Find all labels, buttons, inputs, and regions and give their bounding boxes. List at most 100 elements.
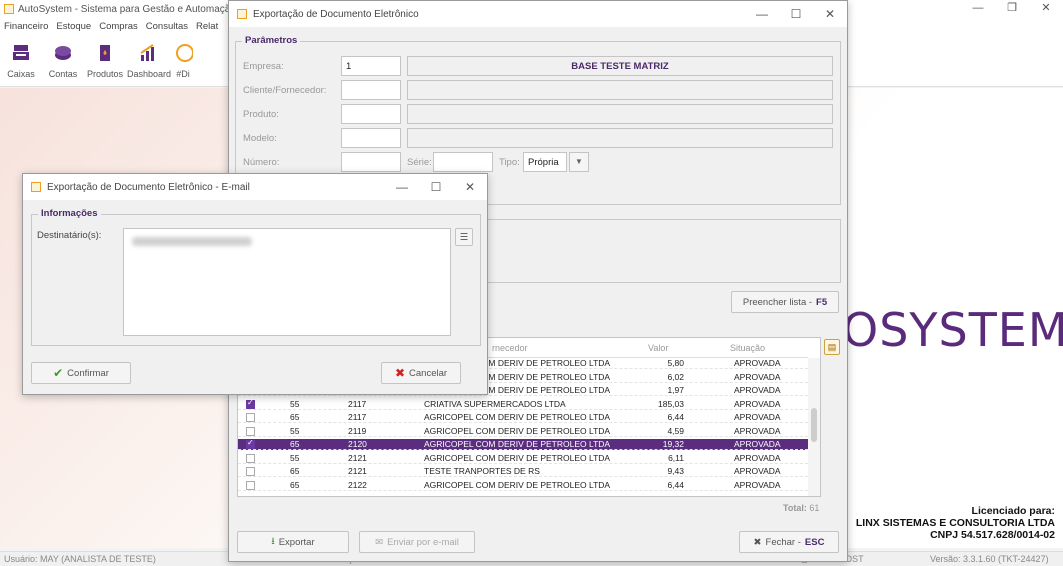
cell-fornecedor: AGRICOPEL COM DERIV DE PETROLEO LTDA: [424, 439, 611, 449]
recipient-list-button[interactable]: ☰: [455, 228, 473, 246]
close-icon[interactable]: ✕: [813, 1, 847, 27]
bar-chart-icon: [140, 44, 154, 61]
maximize-icon[interactable]: ☐: [779, 1, 813, 27]
send-email-button: ✉ Enviar por e-mail: [359, 531, 475, 553]
modelo-name-field: [407, 128, 833, 148]
row-checkbox[interactable]: [246, 426, 255, 436]
app-title: AutoSystem - Sistema para Gestão e Autom…: [18, 3, 238, 15]
table-row[interactable]: 65 2121 TESTE TRANPORTES DE RS 9,43 APROVADA: [238, 466, 808, 478]
toolbar-dashboard[interactable]: Dashboard: [126, 35, 172, 86]
tipo-label: Tipo:: [499, 157, 520, 168]
export-titlebar: Exportação de Documento Eletrônico — ☐ ✕: [229, 1, 847, 27]
cell-situacao: APROVADA: [734, 358, 781, 368]
menu-estoque[interactable]: Estoque: [52, 21, 95, 32]
recipient-textarea[interactable]: [123, 228, 451, 336]
table-row[interactable]: 65 2122 AGRICOPEL COM DERIV DE PETROLEO LT…: [238, 480, 808, 491]
minimize-icon[interactable]: —: [961, 0, 995, 18]
checkmark-icon: ✔: [53, 366, 64, 380]
circle-icon: [176, 44, 193, 62]
row-checkbox[interactable]: [246, 480, 255, 490]
col-fornecedor[interactable]: rnecedor: [492, 343, 528, 353]
produto-input[interactable]: [341, 104, 401, 124]
status-user: Usuário: MAY (ANALISTA DE TESTE): [4, 554, 156, 564]
toolbar-di[interactable]: #Di: [172, 35, 194, 86]
cell-situacao: APROVADA: [734, 439, 781, 449]
cancel-button[interactable]: ✖ Cancelar: [381, 362, 461, 384]
cell-valor: 6,02: [667, 371, 684, 382]
confirm-button[interactable]: ✔ Confirmar: [31, 362, 131, 384]
toolbar-caixas[interactable]: Caixas: [0, 35, 42, 86]
cell-modelo: 55: [290, 398, 300, 409]
toolbar-produtos[interactable]: Produtos: [84, 35, 126, 86]
cell-numero: 2121: [348, 466, 367, 476]
recipient-label: Destinatário(s):: [37, 230, 102, 241]
table-row[interactable]: 55 2117 CRIATIVA SUPERMERCADOS LTDA 185,03 A…: [238, 398, 808, 410]
close-button[interactable]: ✖ Fechar - ESC: [739, 531, 839, 553]
app-window-controls: — ❐ ✕: [961, 0, 1063, 18]
cell-situacao: APROVADA: [734, 412, 781, 422]
numero-input[interactable]: [341, 152, 401, 172]
close-icon[interactable]: ✕: [453, 174, 487, 200]
cell-modelo: 65: [290, 439, 300, 449]
cliente-label: Cliente/Fornecedor:: [243, 85, 327, 96]
license-info: Licenciado para: LINX SISTEMAS E CONSULT…: [855, 505, 1055, 541]
window-logo-icon: [237, 9, 247, 19]
cell-numero: 2117: [348, 412, 367, 422]
menu-compras[interactable]: Compras: [95, 21, 142, 32]
table-row[interactable]: 55 2121 AGRICOPEL COM DERIV DE PETROLEO LT…: [238, 453, 808, 464]
empresa-name-field: BASE TESTE MATRIZ: [407, 56, 833, 76]
cell-modelo: 55: [290, 425, 300, 436]
modelo-input[interactable]: [341, 128, 401, 148]
grid-options-button[interactable]: ▤: [824, 339, 840, 355]
cell-fornecedor: CRIATIVA SUPERMERCADOS LTDA: [424, 398, 566, 409]
maximize-icon[interactable]: ☐: [419, 174, 453, 200]
tipo-select[interactable]: Própria: [523, 152, 567, 172]
fill-list-button[interactable]: Preencher lista - F5: [731, 291, 839, 313]
serie-label: Série:: [407, 157, 432, 168]
serie-input[interactable]: [433, 152, 493, 172]
cell-numero: 2121: [348, 452, 367, 463]
scrollbar-thumb[interactable]: [811, 408, 817, 442]
app-logo-icon: [4, 4, 14, 14]
toolbar-contas[interactable]: Contas: [42, 35, 84, 86]
export-button[interactable]: ⭳ Exportar: [237, 531, 349, 553]
table-row[interactable]: 65 2117 AGRICOPEL COM DERIV DE PETROLEO LT…: [238, 412, 808, 424]
email-dialog: Exportação de Documento Eletrônico - E-m…: [22, 173, 488, 395]
menu-financeiro[interactable]: Financeiro: [0, 21, 52, 32]
empresa-input[interactable]: 1: [341, 56, 401, 76]
menu-relatorios[interactable]: Relat: [192, 21, 222, 32]
row-checkbox[interactable]: [246, 467, 255, 476]
email-window-controls: — ☐ ✕: [385, 174, 487, 200]
col-valor[interactable]: Valor: [648, 343, 668, 353]
row-checkbox[interactable]: [246, 438, 255, 449]
menu-consultas[interactable]: Consultas: [142, 21, 192, 32]
row-checkbox[interactable]: [246, 413, 255, 422]
cell-numero: 2117: [348, 398, 367, 409]
row-checkbox[interactable]: [246, 398, 255, 409]
produto-name-field: [407, 104, 833, 124]
cell-modelo: 65: [290, 412, 300, 422]
row-checkbox[interactable]: [246, 453, 255, 463]
cell-situacao: APROVADA: [734, 466, 781, 476]
table-row[interactable]: 55 2119 AGRICOPEL COM DERIV DE PETROLEO LT…: [238, 426, 808, 437]
email-title: Exportação de Documento Eletrônico - E-m…: [47, 181, 250, 193]
cell-numero: 2119: [348, 425, 367, 436]
table-row[interactable]: 65 2120 AGRICOPEL COM DERIV DE PETROLEO LT…: [238, 438, 808, 451]
cell-fornecedor: TESTE TRANPORTES DE RS: [424, 466, 540, 476]
red-x-icon: ✖: [394, 366, 406, 380]
chevron-down-icon[interactable]: ▼: [569, 152, 589, 172]
close-icon[interactable]: ✕: [1029, 0, 1063, 18]
export-window-controls: — ☐ ✕: [745, 1, 847, 27]
modelo-label: Modelo:: [243, 133, 277, 144]
cell-fornecedor: AGRICOPEL COM DERIV DE PETROLEO LTDA: [424, 425, 611, 436]
restore-icon[interactable]: ❐: [995, 0, 1029, 18]
cliente-input[interactable]: [341, 80, 401, 100]
grid-total: Total: 61: [783, 503, 820, 513]
cell-valor: 4,59: [667, 425, 684, 436]
minimize-icon[interactable]: —: [745, 1, 779, 27]
col-situacao[interactable]: Situação: [730, 343, 765, 353]
minimize-icon[interactable]: —: [385, 174, 419, 200]
brand-logo-text: OSYSTEM: [842, 303, 1063, 357]
cell-situacao: APROVADA: [734, 385, 781, 395]
grid-scrollbar[interactable]: [808, 358, 820, 496]
